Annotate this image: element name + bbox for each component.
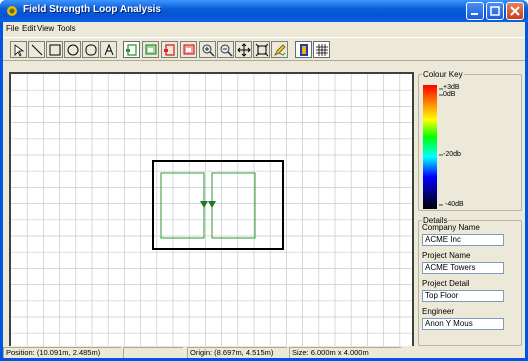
loop-feed-marker-right bbox=[208, 201, 216, 208]
maximize-button[interactable] bbox=[486, 2, 504, 20]
menu-edit[interactable]: Edit bbox=[22, 24, 36, 33]
zoom-in-button[interactable] bbox=[199, 41, 216, 58]
window-title: Field Strength Loop Analysis bbox=[23, 4, 161, 15]
select-tool-button[interactable] bbox=[10, 41, 27, 58]
key-label-0: 0dB bbox=[443, 91, 456, 98]
company-name-field[interactable]: ACME Inc bbox=[422, 234, 504, 246]
loop-red-filled-icon bbox=[183, 44, 195, 55]
menu-bar: File Edit View Tools bbox=[3, 22, 525, 36]
rectangle-tool-button[interactable] bbox=[46, 41, 63, 58]
pan-icon bbox=[237, 43, 251, 57]
status-blank bbox=[123, 347, 183, 358]
app-window: Field Strength Loop Analysis File Edit V… bbox=[0, 0, 528, 361]
loop-feed-marker-left bbox=[200, 201, 208, 208]
menu-file[interactable]: File bbox=[6, 24, 19, 33]
circle-icon bbox=[67, 44, 79, 56]
key-label-minus20: -20db bbox=[443, 151, 461, 158]
select-arrow-icon bbox=[14, 44, 25, 57]
loop-left[interactable] bbox=[160, 172, 205, 239]
project-detail-label: Project Detail bbox=[422, 279, 470, 288]
zoom-out-icon bbox=[220, 44, 233, 57]
status-position: Position: (10.091m, 2.485m) bbox=[3, 347, 121, 358]
loop-green-tool-button[interactable] bbox=[142, 41, 159, 58]
loop-red-tool-button[interactable] bbox=[161, 41, 178, 58]
colour-key-gradient bbox=[423, 85, 443, 209]
loop-tool-button[interactable] bbox=[123, 41, 140, 58]
loop-red-icon bbox=[164, 44, 175, 56]
rectangle-icon bbox=[49, 44, 61, 56]
engineer-field[interactable]: Anon Y Mous bbox=[422, 318, 504, 330]
details-group: Details Company Name ACME Inc Project Na… bbox=[418, 216, 522, 346]
line-tool-button[interactable] bbox=[28, 41, 45, 58]
rounded-square-icon bbox=[85, 44, 97, 56]
engineer-label: Engineer bbox=[422, 307, 455, 316]
status-bar: Position: (10.091m, 2.485m) Origin: (8.6… bbox=[3, 346, 525, 358]
menu-view[interactable]: View bbox=[37, 24, 54, 33]
drawing-canvas[interactable] bbox=[9, 72, 414, 351]
project-detail-field[interactable]: Top Floor bbox=[422, 290, 504, 302]
status-origin: Origin: (8.697m, 4.515m) bbox=[187, 347, 287, 358]
colour-key-icon bbox=[300, 44, 308, 56]
project-name-field[interactable]: ACME Towers bbox=[422, 262, 504, 274]
title-bar[interactable]: Field Strength Loop Analysis bbox=[0, 0, 528, 22]
text-icon bbox=[104, 43, 114, 56]
close-button[interactable] bbox=[506, 2, 524, 20]
minimize-button[interactable] bbox=[466, 2, 484, 20]
colour-key-group: Colour Key +3dB 0dB -20db -40dB bbox=[418, 70, 522, 211]
text-tool-button[interactable] bbox=[100, 41, 117, 58]
menu-tools[interactable]: Tools bbox=[57, 24, 76, 33]
toolbar bbox=[3, 37, 525, 61]
zoom-out-button[interactable] bbox=[217, 41, 234, 58]
maximize-icon bbox=[490, 6, 500, 16]
close-icon bbox=[510, 6, 520, 16]
company-name-label: Company Name bbox=[422, 223, 480, 232]
pan-button[interactable] bbox=[235, 41, 252, 58]
pencil-button[interactable] bbox=[271, 41, 288, 58]
status-size: Size: 6.000m x 4.000m bbox=[289, 347, 401, 358]
rounded-square-tool-button[interactable] bbox=[82, 41, 99, 58]
app-icon bbox=[7, 6, 17, 16]
zoom-in-icon bbox=[202, 44, 215, 57]
fit-icon bbox=[255, 43, 269, 57]
grid-icon bbox=[316, 44, 328, 56]
minimize-icon bbox=[471, 13, 478, 15]
loop-red-filled-tool-button[interactable] bbox=[180, 41, 197, 58]
pencil-icon bbox=[274, 44, 286, 56]
circle-tool-button[interactable] bbox=[64, 41, 81, 58]
project-name-label: Project Name bbox=[422, 251, 471, 260]
key-label-plus3: +3dB bbox=[443, 84, 460, 91]
key-label-minus40: -40dB bbox=[445, 201, 464, 208]
line-icon bbox=[31, 44, 43, 56]
client-area: File Edit View Tools Colour Key +3dB 0dB… bbox=[3, 22, 525, 358]
grid-button[interactable] bbox=[313, 41, 330, 58]
fit-button[interactable] bbox=[253, 41, 270, 58]
colour-key-button[interactable] bbox=[295, 41, 312, 58]
loop-right[interactable] bbox=[211, 172, 256, 239]
loop-icon bbox=[126, 44, 137, 56]
loop-green-icon bbox=[145, 44, 157, 55]
